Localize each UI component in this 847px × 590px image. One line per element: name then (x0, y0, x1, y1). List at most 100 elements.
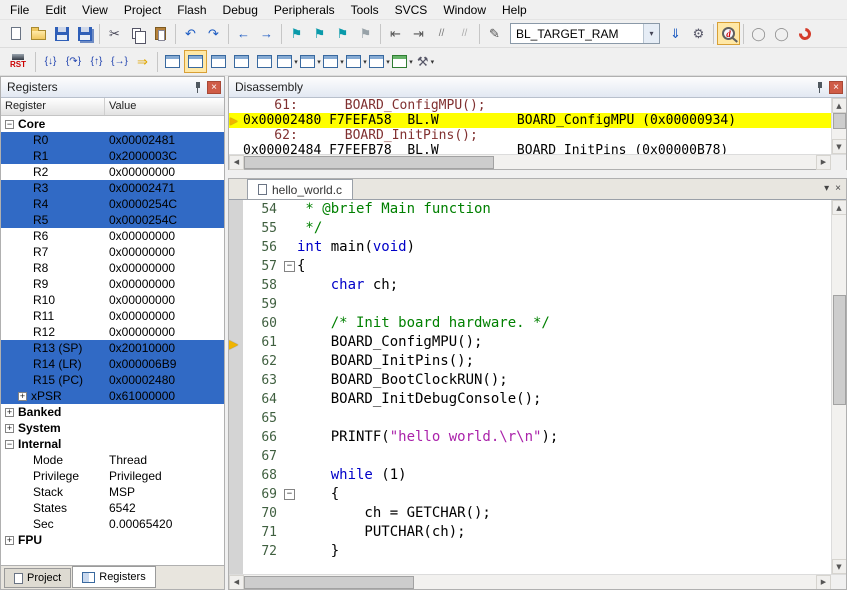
menu-item-debug[interactable]: Debug (215, 1, 266, 19)
register-row[interactable]: +FPU (1, 532, 224, 548)
menu-item-peripherals[interactable]: Peripherals (266, 1, 343, 19)
toggle-bookmark-icon[interactable]: ⚑ (285, 22, 308, 45)
register-row[interactable]: R100x00000000 (1, 292, 224, 308)
dropdown-arrow-icon[interactable]: ▾ (317, 58, 321, 66)
breakpoint-margin[interactable] (229, 371, 243, 390)
breakpoint-margin[interactable] (229, 485, 243, 504)
editor-hscrollbar[interactable]: ◀ ▶ (229, 574, 846, 589)
breakpoint-margin[interactable] (229, 219, 243, 238)
close-tab-icon[interactable]: × (835, 182, 841, 196)
step-out-icon[interactable]: {↑} (85, 50, 108, 73)
editor-line[interactable]: 56int main(void) (229, 238, 831, 257)
close-panel-icon[interactable]: × (829, 81, 843, 94)
breakpoint-margin[interactable] (229, 276, 243, 295)
disassembly-line[interactable]: 61: BOARD_ConfigMPU(); (229, 98, 831, 113)
collapse-icon[interactable]: − (5, 120, 14, 129)
pin-icon[interactable] (815, 82, 825, 93)
expand-icon[interactable]: + (5, 408, 14, 417)
editor-line[interactable]: 57−{ (229, 257, 831, 276)
editor-line[interactable]: 72 } (229, 542, 831, 561)
scroll-left-icon[interactable]: ◀ (229, 155, 244, 170)
flash-download-icon[interactable]: ⇓ (664, 22, 687, 45)
breakpoint-margin[interactable] (229, 523, 243, 542)
undo-icon[interactable]: ↶ (179, 22, 202, 45)
scroll-right-icon[interactable]: ▶ (816, 575, 831, 590)
breakpoint-margin[interactable] (229, 542, 243, 561)
editor-line[interactable]: 64 BOARD_InitDebugConsole(); (229, 390, 831, 409)
copy-icon[interactable] (126, 22, 149, 45)
expand-icon[interactable]: + (5, 536, 14, 545)
save-all-icon[interactable] (73, 22, 96, 45)
register-row[interactable]: +xPSR0x61000000 (1, 388, 224, 404)
scroll-left-icon[interactable]: ◀ (229, 575, 244, 590)
previous-bookmark-icon[interactable]: ⚑ (308, 22, 331, 45)
editor-line[interactable]: 54 * @brief Main function (229, 200, 831, 219)
breakpoint-margin[interactable] (229, 390, 243, 409)
register-row[interactable]: R00x00002481 (1, 132, 224, 148)
scroll-down-icon[interactable]: ▼ (832, 559, 847, 574)
breakpoint-margin[interactable] (229, 504, 243, 523)
register-row[interactable]: R60x00000000 (1, 228, 224, 244)
unindent-icon[interactable]: ⇤ (384, 22, 407, 45)
register-row[interactable]: R15 (PC)0x00002480 (1, 372, 224, 388)
comment-selection-icon[interactable]: // (430, 22, 453, 45)
fold-collapse-icon[interactable]: − (284, 261, 295, 272)
editor-line[interactable]: 68 while (1) (229, 466, 831, 485)
disassembly-window-icon[interactable] (184, 50, 207, 73)
navigate-forward-icon[interactable]: → (255, 22, 278, 45)
column-header-value[interactable]: Value (105, 98, 224, 115)
fold-collapse-icon[interactable]: − (284, 489, 295, 500)
edit-target-icon[interactable]: ✎ (483, 22, 506, 45)
register-row[interactable]: States6542 (1, 500, 224, 516)
menu-item-edit[interactable]: Edit (37, 1, 74, 19)
register-row[interactable]: R13 (SP)0x20010000 (1, 340, 224, 356)
target-options-icon[interactable]: ⚙ (687, 22, 710, 45)
breakpoint-margin[interactable] (229, 428, 243, 447)
scroll-thumb[interactable] (833, 295, 846, 405)
scroll-thumb[interactable] (244, 576, 414, 589)
panel-tab-registers[interactable]: Registers (72, 566, 155, 588)
scroll-up-icon[interactable]: ▲ (832, 200, 847, 215)
register-row[interactable]: R110x00000000 (1, 308, 224, 324)
disassembly-line[interactable]: ▶0x00002480 F7FEFA58 BL.W BOARD_ConfigMP… (229, 113, 831, 128)
menu-item-project[interactable]: Project (116, 1, 169, 19)
memory-windows-icon[interactable]: ▾ (299, 50, 322, 73)
scroll-thumb[interactable] (833, 113, 846, 129)
tab-hello-world-c[interactable]: hello_world.c (247, 179, 353, 199)
menu-item-view[interactable]: View (74, 1, 116, 19)
system-viewer-icon[interactable]: ▾ (391, 50, 414, 73)
register-row[interactable]: PrivilegePrivileged (1, 468, 224, 484)
editor-line[interactable]: 63 BOARD_BootClockRUN(); (229, 371, 831, 390)
step-over-icon[interactable]: {↷} (62, 50, 85, 73)
step-into-icon[interactable]: {↓} (39, 50, 62, 73)
toolbox-icon[interactable]: ⚒▾ (414, 50, 437, 73)
menu-item-tools[interactable]: Tools (343, 1, 387, 19)
dropdown-arrow-icon[interactable]: ▾ (431, 58, 435, 66)
breakpoint-margin[interactable] (229, 257, 243, 276)
reset-cpu-icon[interactable]: RST (4, 50, 32, 73)
breakpoint-margin[interactable] (229, 314, 243, 333)
column-header-register[interactable]: Register (1, 98, 105, 115)
disassembly-content[interactable]: 61: BOARD_ConfigMPU();▶0x00002480 F7FEFA… (229, 98, 831, 154)
panel-tab-project[interactable]: Project (4, 568, 71, 588)
collapse-icon[interactable]: − (5, 440, 14, 449)
uncomment-selection-icon[interactable]: // (453, 22, 476, 45)
combo-dropdown-icon[interactable]: ▾ (643, 24, 659, 43)
register-row[interactable]: StackMSP (1, 484, 224, 500)
trace-windows-icon[interactable]: ▾ (368, 50, 391, 73)
register-row[interactable]: R10x2000003C (1, 148, 224, 164)
editor-line[interactable]: 71 PUTCHAR(ch); (229, 523, 831, 542)
navigate-back-icon[interactable]: ← (232, 22, 255, 45)
breakpoint-margin[interactable]: ▶ (229, 333, 243, 352)
register-row[interactable]: +System (1, 420, 224, 436)
disassembly-vscrollbar[interactable]: ▲ ▼ (831, 98, 846, 154)
save-icon[interactable] (50, 22, 73, 45)
expand-icon[interactable]: + (18, 392, 27, 401)
breakpoint-margin[interactable] (229, 352, 243, 371)
register-row[interactable]: +Banked (1, 404, 224, 420)
next-bookmark-icon[interactable]: ⚑ (331, 22, 354, 45)
scroll-right-icon[interactable]: ▶ (816, 155, 831, 170)
target-select-combo[interactable]: BL_TARGET_RAM▾ (510, 23, 660, 44)
menu-item-help[interactable]: Help (494, 1, 535, 19)
editor-line[interactable]: 70 ch = GETCHAR(); (229, 504, 831, 523)
